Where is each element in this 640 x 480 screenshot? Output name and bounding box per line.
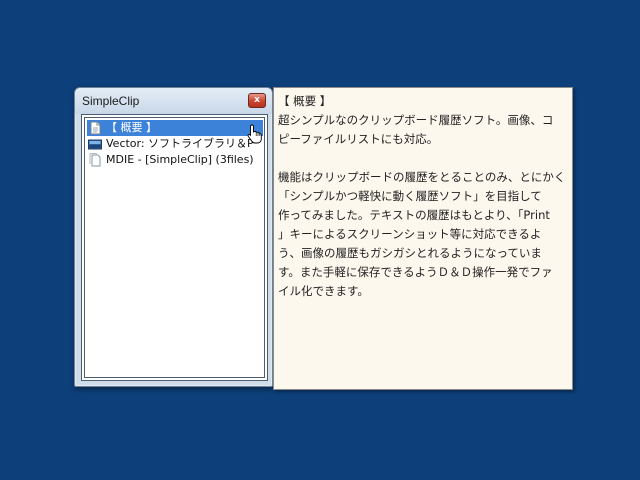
preview-line: 」キーによるスクリーンショット等に対応できるよ xyxy=(278,227,542,241)
preview-line: 超シンプルなのクリップボード履歴ソフト。画像、コ xyxy=(278,113,554,127)
window-title: SimpleClip xyxy=(82,94,140,108)
clip-history-list[interactable]: 【 概要 】 Vector: ソフトライブラリ＆P MDIE - [Simple… xyxy=(81,114,268,381)
preview-line: ピーファイルリストにも対応。 xyxy=(278,132,439,146)
preview-line: 作ってみました。テキストの履歴はもとより、「Print xyxy=(278,208,550,222)
simpleclip-window: SimpleClip x 【 概要 】 Vector: ソフトライブラリ＆P M… xyxy=(74,87,273,387)
preview-line: イル化できます。 xyxy=(278,284,369,298)
document-icon xyxy=(88,121,102,135)
clip-preview-tooltip: 【 概要 】 超シンプルなのクリップボード履歴ソフト。画像、コ ピーファイルリス… xyxy=(273,87,573,390)
close-button[interactable]: x xyxy=(248,93,266,108)
close-icon: x xyxy=(254,95,260,105)
list-item[interactable]: 【 概要 】 xyxy=(87,120,263,136)
image-icon xyxy=(88,137,102,151)
file-list-icon xyxy=(88,153,102,167)
preview-line: う、画像の履歴もガシガシとれるようになっていま xyxy=(278,246,542,260)
list-item-label: 【 概要 】 xyxy=(106,121,157,134)
hand-cursor-icon xyxy=(247,124,263,144)
preview-line: 「シンプルかつ軽快に動く履歴ソフト」を目指して xyxy=(278,189,542,203)
preview-line: す。また手軽に保存できるようＤ＆Ｄ操作一発でファ xyxy=(278,265,553,279)
list-item-label: MDIE - [SimpleClip] (3files) xyxy=(106,153,254,166)
preview-heading: 【 概要 】 xyxy=(278,94,332,108)
list-item-label: Vector: ソフトライブラリ＆P xyxy=(106,137,254,150)
preview-line: 機能はクリップボードの履歴をとることのみ、とにかく xyxy=(278,170,566,184)
list-item[interactable]: Vector: ソフトライブラリ＆P xyxy=(87,136,263,152)
title-bar[interactable]: SimpleClip x xyxy=(75,88,272,114)
list-item[interactable]: MDIE - [SimpleClip] (3files) xyxy=(87,152,263,168)
